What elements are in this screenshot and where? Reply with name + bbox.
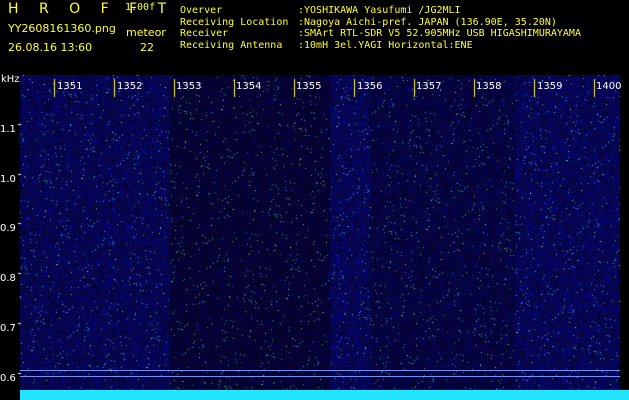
y-tick-label: 0.7 <box>0 323 16 334</box>
x-tick-label: 1359 <box>537 81 563 92</box>
image-filename: YY2608161360.png <box>8 22 116 35</box>
reference-line <box>20 370 620 371</box>
y-tick-label: 0.9 <box>0 223 16 234</box>
datetime-stamp: 26.08.16 13:60 <box>8 41 93 54</box>
x-tick-label: 1353 <box>176 81 202 92</box>
x-tick-label: 1352 <box>117 81 143 92</box>
x-tick-label: 1357 <box>416 81 442 92</box>
y-tick-label: 0.8 <box>0 273 16 284</box>
info-row-location: Receiving Location:Nagoya Aichi-pref. JA… <box>180 16 557 28</box>
x-tick-label: 1400 <box>596 81 622 92</box>
y-tick-label: 1.1 <box>0 124 16 135</box>
station-info: Overver:YOSHIKAWA Yasufumi /JG2MLI Recei… <box>180 5 581 51</box>
y-tick-label: 1.0 <box>0 174 16 185</box>
app-version: 1.00f <box>125 2 156 13</box>
x-tick-label: 1358 <box>476 81 502 92</box>
meteor-label: meteor <box>126 26 166 39</box>
y-axis-unit: kHz <box>1 74 20 85</box>
header-panel: H R O F F T 1.00f YY2608161360.png meteo… <box>0 0 629 75</box>
info-row-observer: Overver:YOSHIKAWA Yasufumi /JG2MLI <box>180 5 461 16</box>
x-tick-label: 1354 <box>236 81 262 92</box>
x-tick-label: 1351 <box>57 81 83 92</box>
info-row-receiver: Receiver:SMArt RTL-SDR V5 52.905MHz USB … <box>180 28 581 39</box>
x-tick-label: 1356 <box>357 81 383 92</box>
x-tick-label: 1355 <box>296 81 322 92</box>
reference-line <box>20 376 620 377</box>
info-row-antenna: Receiving Antenna:10mH 3el.YAGI Horizont… <box>180 39 473 51</box>
meteor-count: 22 <box>140 41 154 54</box>
noise-baseline <box>20 390 629 400</box>
spectrogram-waterfall <box>0 75 629 400</box>
y-tick-label: 0.6 <box>0 373 16 384</box>
